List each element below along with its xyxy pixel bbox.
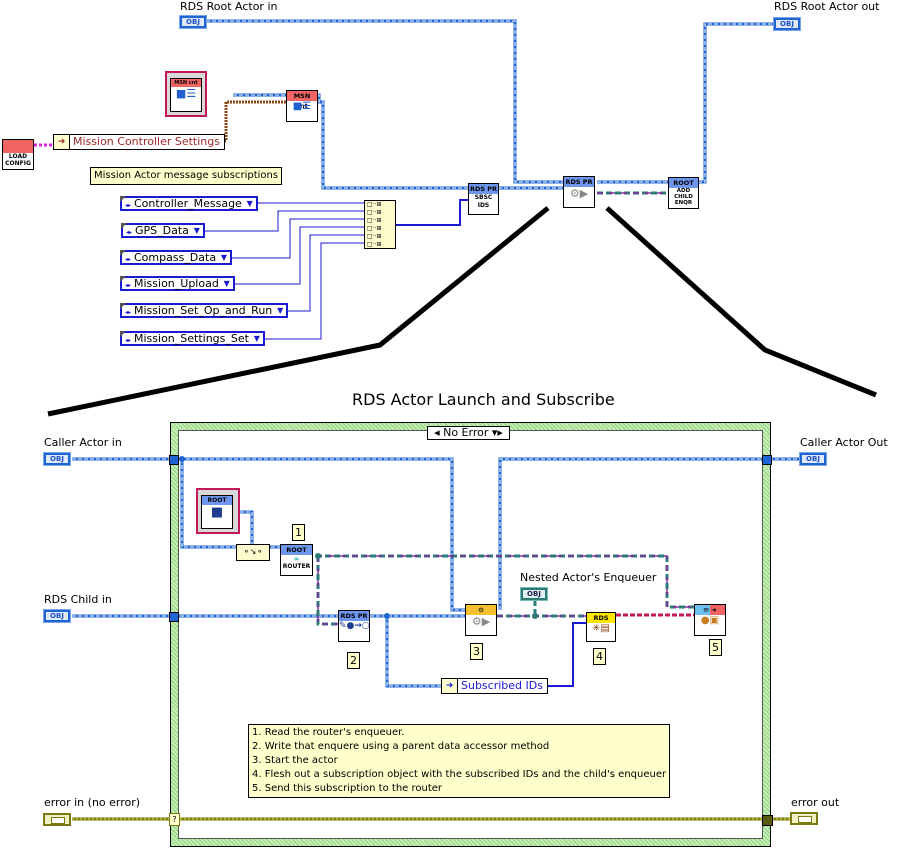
step-badge-1: 1 bbox=[292, 524, 305, 541]
caller-actor-out-terminal[interactable]: OBJ bbox=[799, 452, 827, 466]
step-badge-5: 5 bbox=[709, 639, 722, 656]
subscribed-ids-constant[interactable]: Subscribed IDs bbox=[441, 678, 548, 694]
tunnel-error-out bbox=[762, 815, 773, 826]
message-icon: ●▣ bbox=[700, 615, 720, 626]
create-subscription-vi[interactable]: RDS ✳▤ bbox=[586, 612, 616, 642]
read-router-enqueuer-vi[interactable]: ROOT ∞ ROUTER bbox=[280, 544, 313, 576]
step-badge-3: 3 bbox=[470, 643, 483, 660]
glasses-icon: ∞ bbox=[293, 555, 300, 563]
steps-comment: 1. Read the router's enqueuer. 2. Write … bbox=[248, 724, 671, 798]
to-more-generic-class-node[interactable]: ⚬↘⚬ bbox=[236, 544, 270, 561]
document-icon: ✳▤ bbox=[592, 623, 610, 634]
tunnel-caller-out bbox=[762, 455, 772, 465]
step-badge-4: 4 bbox=[593, 648, 606, 665]
send-subscription-vi[interactable]: ✉ ➜ ●▣ bbox=[694, 604, 726, 636]
class-cube-icon: ■ bbox=[210, 505, 224, 520]
pencil-write-icon: ✎●→○ bbox=[339, 621, 370, 631]
write-enqueuer-accessor-vi[interactable]: RDS PR ✎●→○ bbox=[338, 610, 370, 642]
error-in-label: error in (no error) bbox=[44, 796, 141, 809]
envelope-send-icon: ✉ ➜ bbox=[695, 605, 725, 615]
caller-actor-out-label: Caller Actor Out bbox=[800, 436, 888, 449]
root-class-constant[interactable]: ROOT ■ bbox=[196, 488, 240, 534]
error-out-terminal[interactable] bbox=[790, 812, 818, 825]
case-selector-terminal: ? bbox=[169, 813, 180, 826]
caller-actor-in-label: Caller Actor in bbox=[44, 436, 122, 449]
start-actor-vi[interactable]: ⚙ ⚙▶ bbox=[465, 604, 497, 636]
error-out-label: error out bbox=[791, 796, 840, 809]
nested-enqueuer-indicator[interactable]: OBJ bbox=[520, 587, 548, 601]
nested-enqueuer-label: Nested Actor's Enqueuer bbox=[520, 571, 657, 584]
caller-actor-in-terminal[interactable]: OBJ bbox=[43, 452, 71, 466]
tunnel-child-in bbox=[169, 612, 179, 622]
rds-child-in-terminal[interactable]: OBJ bbox=[43, 609, 71, 623]
launch-icon: ⚙▶ bbox=[471, 615, 491, 628]
error-in-terminal[interactable] bbox=[43, 813, 71, 826]
step-badge-2: 2 bbox=[347, 652, 360, 669]
tunnel-caller-in bbox=[169, 455, 179, 465]
gear-icon: ⚙ bbox=[466, 605, 496, 615]
rds-child-in-label: RDS Child in bbox=[44, 593, 112, 606]
